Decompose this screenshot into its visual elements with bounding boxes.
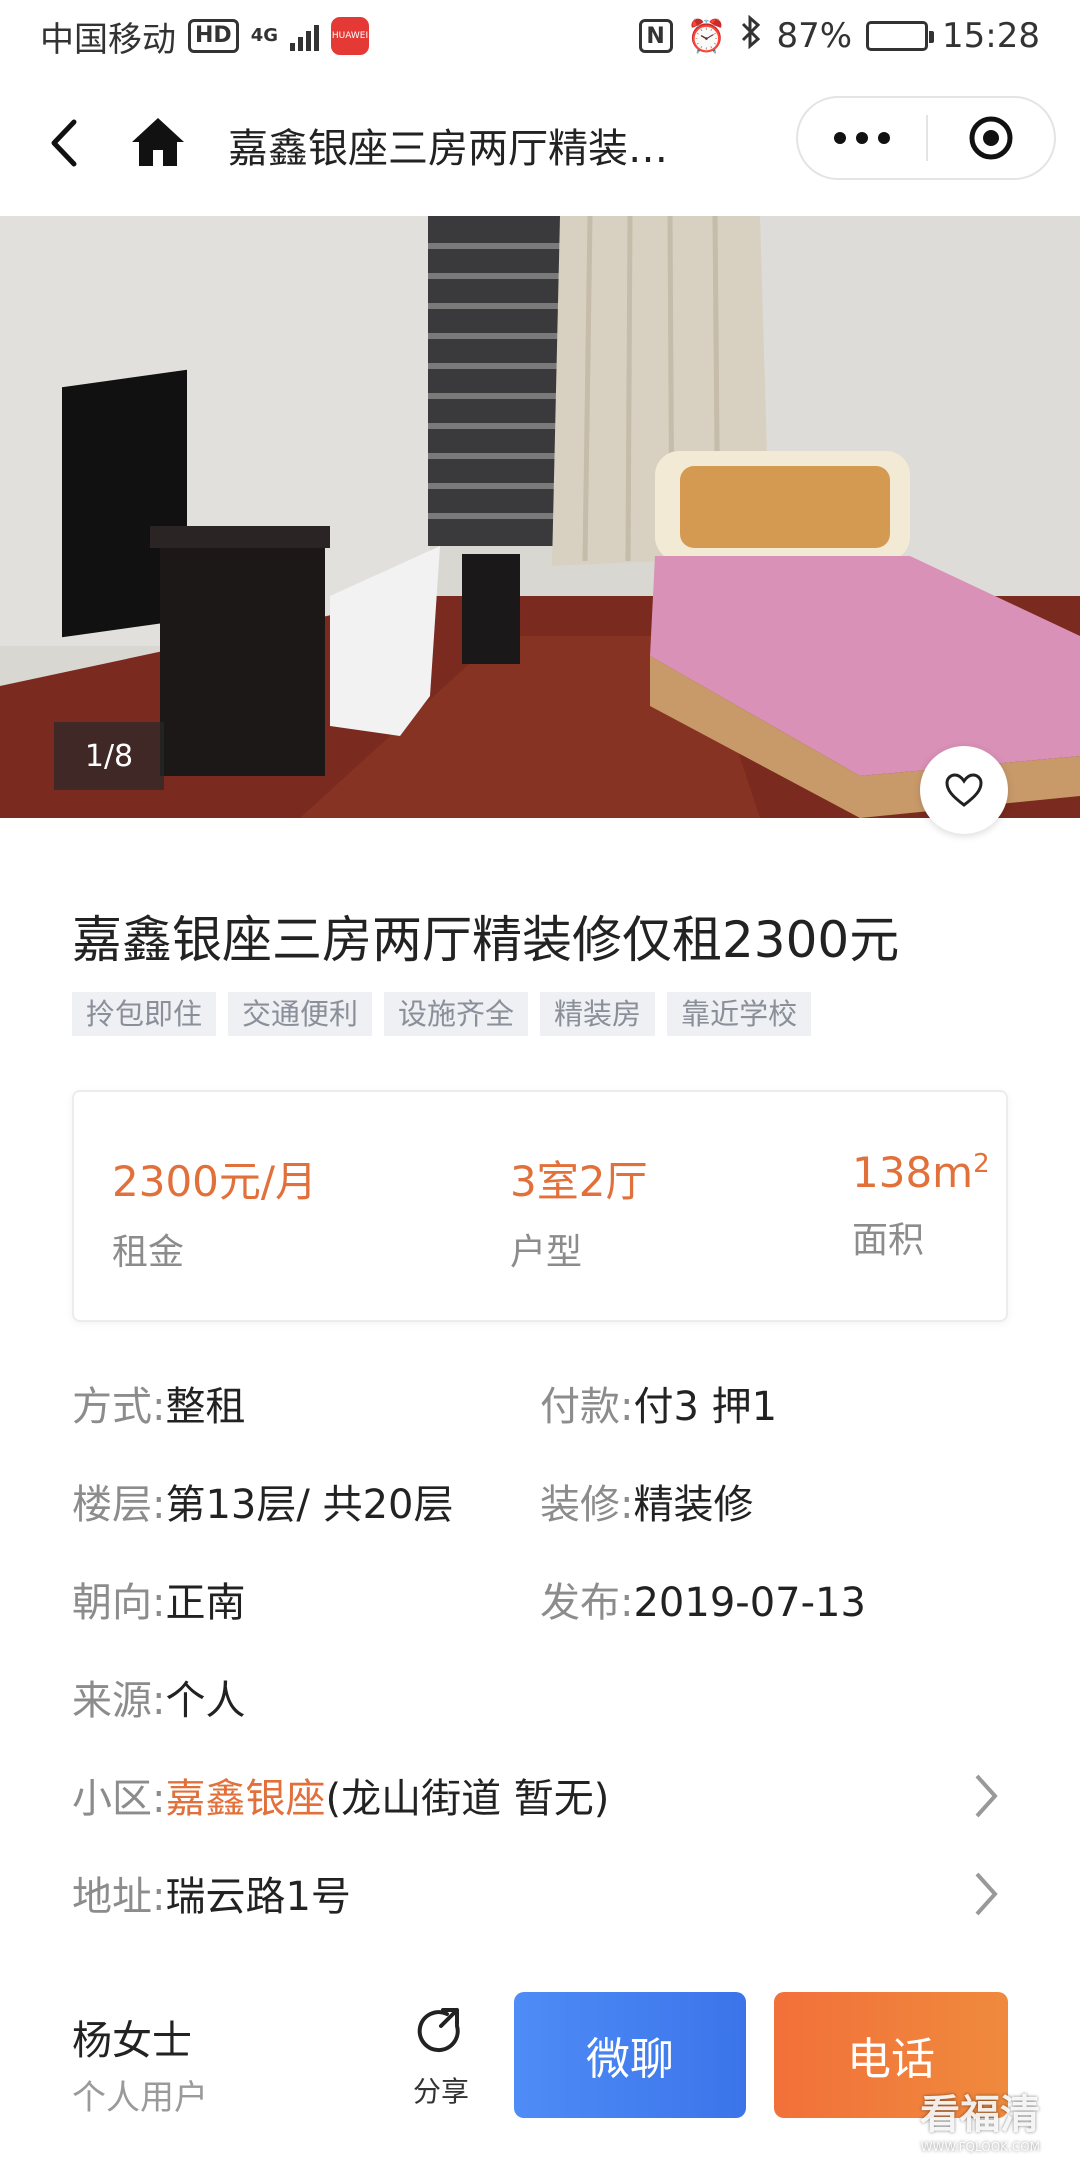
community-link[interactable]: 嘉鑫银座 [165,1776,325,1822]
more-button[interactable] [798,98,926,178]
detail-value: 正南 [165,1580,246,1626]
more-dot-icon [856,132,868,144]
detail-value: 2019-07-13 [633,1580,866,1626]
summary-card: 2300元/月 租金 3室2厅 户型 138m2 面积 [72,1090,1008,1322]
chevron-right-icon [975,1774,998,1818]
area-label: 面积 [852,1220,925,1261]
detail-value: 付3 押1 [633,1384,778,1430]
tag: 精装房 [540,992,656,1036]
listing-title: 嘉鑫银座三房两厅精装修仅租2300元 [72,911,900,969]
status-left: 中国移动 HD 4G HUAWEI [40,12,369,61]
tag: 交通便利 [228,992,373,1036]
close-miniprogram-button[interactable] [928,98,1054,178]
detail-label: 楼层: [72,1482,166,1528]
detail-label: 付款: [540,1384,634,1430]
watermark-url: WWW.FQLOOK.COM [920,2140,1040,2154]
battery-percent: 87% [776,16,853,56]
layout-summary: 3室2厅 户型 [510,1148,647,1275]
owner-type: 个人用户 [72,2078,208,2118]
layout-value: 3室2厅 [510,1157,648,1206]
tag: 设施齐全 [384,992,529,1036]
detail-orientation: 朝向:正南 [72,1570,245,1628]
community-extra: (龙山街道 暂无) [325,1776,610,1822]
detail-label: 装修: [540,1482,634,1528]
tag-list: 拎包即住 交通便利 设施齐全 精装房 靠近学校 [72,992,812,1036]
rent-summary: 2300元/月 租金 [112,1148,317,1275]
detail-payment: 付款:付3 押1 [540,1374,777,1432]
page-title: 嘉鑫银座三房两厅精装… [228,126,668,172]
area-value: 138m2 [852,1148,990,1197]
nfc-icon: N [638,19,673,53]
detail-value: 个人 [165,1678,246,1724]
share-button[interactable]: 分享 [396,2004,486,2124]
detail-value: 第13层/ 共20层 [165,1482,454,1528]
home-icon [132,118,184,166]
detail-label: 发布: [540,1580,634,1626]
tag: 靠近学校 [667,992,812,1036]
tag: 拎包即住 [72,992,217,1036]
bottom-action-bar: 杨女士 个人用户 分享 微聊 电话 [0,1960,1080,2160]
carrier-name: 中国移动 [40,19,176,60]
battery-icon [866,21,935,51]
more-dot-icon [834,132,846,144]
miniprogram-capsule [796,96,1056,180]
heart-icon [945,773,983,807]
nav-bar: 嘉鑫银座三房两厅精装… [0,72,1080,216]
target-close-icon [969,116,1013,160]
signal-icon [290,21,319,51]
alarm-icon: ⏰ [686,17,727,55]
area-number: 138m [852,1148,974,1197]
chevron-left-icon [51,119,77,167]
detail-label: 小区: [72,1776,166,1822]
detail-value: 精装修 [633,1482,754,1528]
favorite-button[interactable] [920,746,1008,834]
area-summary: 138m2 面积 [852,1148,990,1263]
share-icon [417,2008,460,2053]
detail-mode: 方式:整租 [72,1374,245,1432]
bluetooth-icon [740,14,762,57]
chat-button[interactable]: 微聊 [514,1992,746,2118]
address-row[interactable]: 地址:瑞云路1号 [0,1846,1080,1942]
rent-label: 租金 [112,1232,185,1273]
detail-value: 瑞云路1号 [165,1874,351,1920]
detail-community: 小区:嘉鑫银座(龙山街道 暂无) [72,1766,609,1824]
home-button[interactable] [128,112,188,172]
owner-name: 杨女士 [72,2018,192,2064]
chevron-right-icon [975,1872,998,1916]
detail-label: 来源: [72,1678,166,1724]
detail-value: 整租 [165,1384,246,1430]
photo-counter: 1/8 [54,722,164,790]
detail-address: 地址:瑞云路1号 [72,1864,351,1922]
more-dot-icon [878,132,890,144]
area-unit-superscript: 2 [973,1149,990,1179]
detail-published: 发布:2019-07-13 [540,1570,866,1628]
detail-decoration: 装修:精装修 [540,1472,753,1530]
back-button[interactable] [46,118,86,168]
network-type: 4G [250,25,278,46]
detail-label: 地址: [72,1874,166,1920]
detail-floor: 楼层:第13层/ 共20层 [72,1472,453,1530]
rent-value: 2300元/月 [112,1157,318,1206]
app-notification-icon: HUAWEI [331,17,369,55]
status-right: N ⏰ 87% 15:28 [638,14,1040,57]
detail-source: 来源:个人 [72,1668,245,1726]
community-row[interactable]: 小区:嘉鑫银座(龙山街道 暂无) [0,1748,1080,1844]
watermark: 看福清 WWW.FQLOOK.COM [920,2082,1040,2154]
hd-badge: HD [188,19,239,53]
watermark-text: 看福清 [920,2092,1040,2138]
status-bar: 中国移动 HD 4G HUAWEI N ⏰ 87% 15:28 [0,0,1080,72]
detail-label: 朝向: [72,1580,166,1626]
share-label: 分享 [412,2075,469,2108]
clock: 15:28 [942,16,1040,56]
layout-label: 户型 [510,1232,583,1273]
detail-label: 方式: [72,1384,166,1430]
